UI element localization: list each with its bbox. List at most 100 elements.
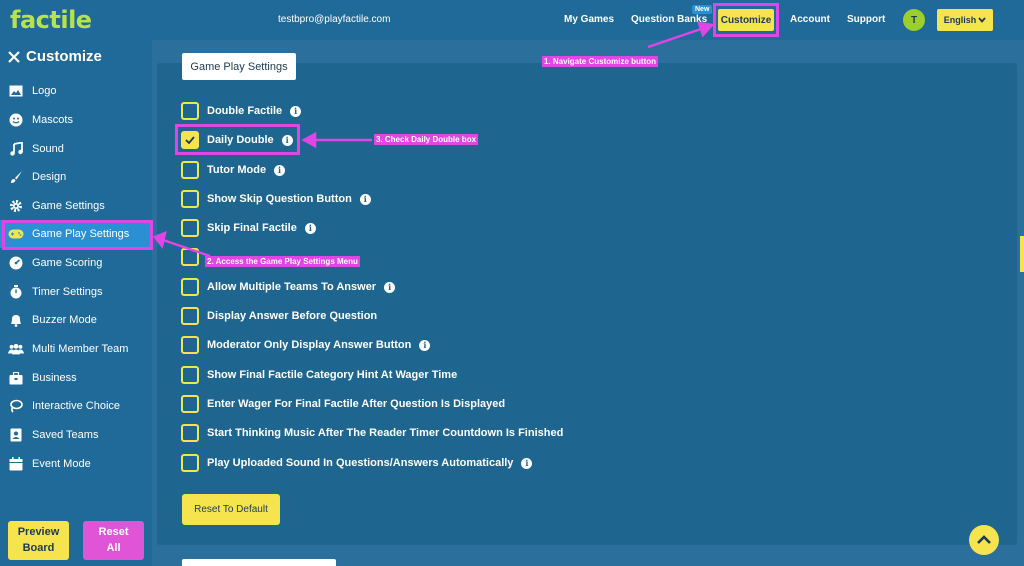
sidebar-item-label: Game Scoring xyxy=(32,257,103,269)
factile-logo[interactable]: factile xyxy=(10,6,92,34)
option-label[interactable]: Play Uploaded Sound In Questions/Answers… xyxy=(207,457,513,469)
option-label[interactable]: Display Answer Before Question xyxy=(207,310,377,322)
option-moderator-only-display-answer-button: Moderator Only Display Answer Button i xyxy=(181,336,431,354)
checkbox[interactable] xyxy=(181,278,199,296)
sidebar-item-design[interactable]: Design xyxy=(0,163,152,191)
info-icon[interactable]: i xyxy=(419,339,431,351)
checkbox[interactable] xyxy=(181,454,199,472)
nav-question-banks[interactable]: Question Banks xyxy=(631,14,707,25)
option-label[interactable]: Start Thinking Music After The Reader Ti… xyxy=(207,427,563,439)
nav-support[interactable]: Support xyxy=(847,14,885,25)
highlight-daily-double xyxy=(175,124,300,155)
sidebar-item-sound[interactable]: Sound xyxy=(0,135,152,163)
preview-board-button[interactable]: Preview Board xyxy=(8,521,69,560)
calendar-icon xyxy=(8,456,24,472)
sidebar-title: Customize xyxy=(26,48,102,65)
sidebar-item-label: Design xyxy=(32,171,67,183)
brush-icon xyxy=(8,169,24,185)
users-icon xyxy=(8,341,24,357)
highlight-customize xyxy=(713,3,779,37)
sidebar-item-event-mode[interactable]: Event Mode xyxy=(0,450,152,478)
sidebar-item-logo[interactable]: Logo xyxy=(0,77,152,105)
checkbox[interactable] xyxy=(181,395,199,413)
sidebar-item-label: Interactive Choice xyxy=(32,400,121,412)
sidebar-header: Customize xyxy=(8,48,102,65)
checkbox[interactable] xyxy=(181,248,199,266)
checkbox[interactable] xyxy=(181,161,199,179)
sidebar-item-label: Multi Member Team xyxy=(32,343,129,355)
option-label[interactable]: Enter Wager For Final Factile After Ques… xyxy=(207,398,505,410)
language-select[interactable]: English xyxy=(937,9,993,31)
option-label[interactable]: Moderator Only Display Answer Button xyxy=(207,339,411,351)
checkbox[interactable] xyxy=(181,424,199,442)
sidebar-item-label: Event Mode xyxy=(32,458,91,470)
briefcase-icon xyxy=(8,370,24,386)
option-label[interactable]: Show Skip Question Button xyxy=(207,193,352,205)
sidebar-item-label: Saved Teams xyxy=(32,429,99,441)
option-label[interactable]: Skip Final Factile xyxy=(207,222,297,234)
option-label[interactable]: Double Factile xyxy=(207,105,282,117)
option-label[interactable]: Tutor Mode xyxy=(207,164,266,176)
checkbox[interactable] xyxy=(181,307,199,325)
option-label[interactable]: Show Final Factile Category Hint At Wage… xyxy=(207,369,457,381)
info-icon[interactable]: i xyxy=(290,105,302,117)
sidebar-item-buzzer-mode[interactable]: Buzzer Mode xyxy=(0,306,152,334)
sidebar-item-interactive-choice[interactable]: Interactive Choice xyxy=(0,392,152,420)
info-icon[interactable]: i xyxy=(521,457,533,469)
sidebar-item-timer-settings[interactable]: Timer Settings xyxy=(0,278,152,306)
stopwatch-icon xyxy=(8,284,24,300)
reset-to-default-button[interactable]: Reset To Default xyxy=(182,494,280,525)
option-hidden-option xyxy=(181,248,207,266)
user-email: testbpro@playfactile.com xyxy=(278,14,391,25)
option-label[interactable]: Allow Multiple Teams To Answer xyxy=(207,281,376,293)
option-tutor-mode: Tutor Mode i xyxy=(181,161,286,179)
close-icon[interactable] xyxy=(8,50,20,63)
bell-icon xyxy=(8,312,24,328)
scroll-to-top-button[interactable] xyxy=(969,525,999,555)
sidebar-item-multi-member-team[interactable]: Multi Member Team xyxy=(0,335,152,363)
info-icon[interactable]: i xyxy=(384,281,396,293)
next-section-tab xyxy=(182,559,336,566)
option-display-answer-before-question: Display Answer Before Question xyxy=(181,307,377,325)
sidebar-item-game-scoring[interactable]: Game Scoring xyxy=(0,249,152,277)
gear-icon xyxy=(8,198,24,214)
section-tab: Game Play Settings xyxy=(182,53,296,80)
sidebar-item-business[interactable]: Business xyxy=(0,364,152,392)
lasso-icon xyxy=(8,398,24,414)
option-double-factile: Double Factile i xyxy=(181,102,302,120)
new-badge: New xyxy=(692,5,713,14)
checkbox[interactable] xyxy=(181,336,199,354)
nav-account[interactable]: Account xyxy=(790,14,830,25)
reset-all-button[interactable]: Reset All xyxy=(83,521,144,560)
annotation-step-3: 3. Check Daily Double box xyxy=(374,134,479,145)
sidebar-item-label: Game Settings xyxy=(32,200,105,212)
sidebar: Customize Logo Mascots Sound Design Game Set… xyxy=(0,40,152,566)
checkbox[interactable] xyxy=(181,219,199,237)
highlight-game-play-settings xyxy=(2,220,153,250)
checkbox[interactable] xyxy=(181,102,199,120)
scrollbar-thumb[interactable] xyxy=(1020,236,1024,272)
chevron-up-icon xyxy=(977,535,991,544)
checkbox[interactable] xyxy=(181,190,199,208)
top-bar: factile testbpro@playfactile.com My Game… xyxy=(0,0,1024,40)
nav-my-games[interactable]: My Games xyxy=(564,14,614,25)
sidebar-item-label: Sound xyxy=(32,143,64,155)
smiley-icon xyxy=(8,112,24,128)
sidebar-item-label: Buzzer Mode xyxy=(32,314,97,326)
info-icon[interactable]: i xyxy=(274,164,286,176)
annotation-step-2: 2. Access the Game Play Settings Menu xyxy=(205,256,360,267)
info-icon[interactable]: i xyxy=(359,193,371,205)
sidebar-item-mascots[interactable]: Mascots xyxy=(0,106,152,134)
info-icon[interactable]: i xyxy=(304,222,316,234)
avatar[interactable]: T xyxy=(903,9,925,31)
sidebar-item-game-settings[interactable]: Game Settings xyxy=(0,192,152,220)
language-label: English xyxy=(943,15,977,25)
sidebar-item-saved-teams[interactable]: Saved Teams xyxy=(0,421,152,449)
chevron-down-icon xyxy=(978,17,986,23)
annotation-step-1: 1. Navigate Customize button xyxy=(542,56,659,67)
id-card-icon xyxy=(8,427,24,443)
option-allow-multiple-teams-to-answer: Allow Multiple Teams To Answer i xyxy=(181,278,396,296)
option-start-thinking-music-after-the-reader-timer-countdown-is-finished: Start Thinking Music After The Reader Ti… xyxy=(181,424,563,442)
checkbox[interactable] xyxy=(181,366,199,384)
option-enter-wager-for-final-factile-after-question-is-displayed: Enter Wager For Final Factile After Ques… xyxy=(181,395,505,413)
